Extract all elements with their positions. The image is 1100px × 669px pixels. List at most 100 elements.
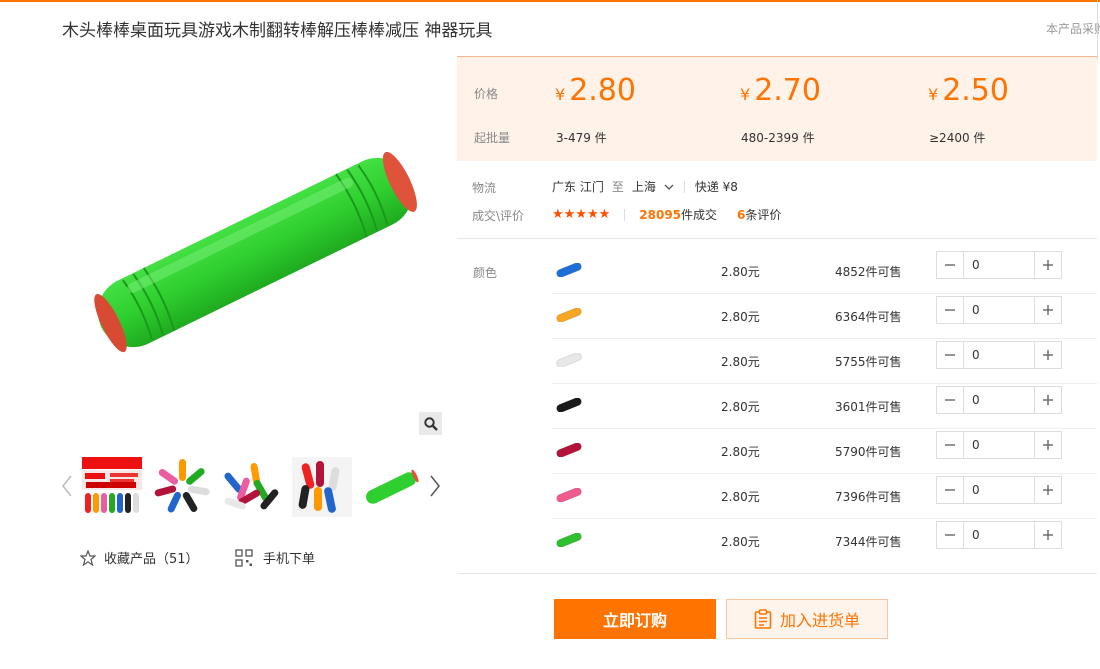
- add-to-list-label: 加入进货单: [779, 611, 860, 630]
- search-icon: [423, 416, 438, 431]
- tier-price-2: ¥2.70: [740, 73, 821, 108]
- deal-count: 28095: [639, 207, 682, 222]
- thumbnails-next-button[interactable]: [428, 474, 442, 498]
- sku-price: 2.80元: [721, 400, 760, 414]
- logistics-row: 广东 江门 至 上海 快递 ¥8: [552, 178, 738, 195]
- thumbnail-3[interactable]: [222, 457, 282, 517]
- thumbnail-1[interactable]: [82, 457, 142, 517]
- thumbnail-4[interactable]: [292, 457, 352, 517]
- minus-icon: [945, 264, 955, 266]
- sku-stock: 7344件可售: [835, 535, 902, 549]
- increase-button[interactable]: [1035, 522, 1061, 548]
- increase-button[interactable]: [1035, 432, 1061, 458]
- divider: [457, 238, 1097, 239]
- destination-dropdown[interactable]: [664, 180, 674, 194]
- sku-row: 2.80元 4852件可售 0: [552, 248, 1097, 294]
- color-swatch[interactable]: [554, 262, 584, 278]
- plus-icon: [1043, 530, 1053, 540]
- delivery-fee: 快递 ¥8: [694, 180, 738, 194]
- qr-code-icon: [235, 548, 253, 567]
- color-swatch[interactable]: [554, 307, 584, 323]
- sku-row: 2.80元 7344件可售 0: [552, 518, 1097, 563]
- divider: [624, 208, 626, 221]
- plus-icon: [1043, 305, 1053, 315]
- decrease-button[interactable]: [937, 432, 963, 458]
- plus-icon: [1043, 260, 1053, 270]
- decrease-button[interactable]: [937, 522, 963, 548]
- decrease-button[interactable]: [937, 297, 963, 323]
- review-count[interactable]: 6: [737, 208, 745, 222]
- price-label: 价格: [474, 87, 499, 101]
- color-swatch[interactable]: [554, 487, 584, 503]
- deals-row: ★★★★★ 28095 件成交 6 条评价: [552, 206, 781, 223]
- review-suffix[interactable]: 条评价: [745, 206, 781, 223]
- minus-icon: [945, 534, 955, 536]
- color-swatch[interactable]: [554, 397, 584, 413]
- plus-icon: [1043, 395, 1053, 405]
- chevron-right-icon: [430, 475, 440, 497]
- increase-button[interactable]: [1035, 252, 1061, 278]
- decrease-button[interactable]: [937, 252, 963, 278]
- increase-button[interactable]: [1035, 387, 1061, 413]
- quantity-stepper: 0: [936, 341, 1062, 369]
- divider: [1097, 0, 1098, 60]
- thumbnail-5[interactable]: [362, 457, 422, 517]
- minus-icon: [945, 444, 955, 446]
- decrease-button[interactable]: [937, 477, 963, 503]
- decrease-button[interactable]: [937, 342, 963, 368]
- quantity-input[interactable]: 0: [963, 522, 1035, 548]
- tier-price-1: ¥2.80: [555, 73, 636, 108]
- quantity-input[interactable]: 0: [963, 432, 1035, 458]
- top-accent-line: [0, 0, 1100, 2]
- sku-price: 2.80元: [721, 265, 760, 279]
- sku-price: 2.80元: [721, 355, 760, 369]
- sku-price: 2.80元: [721, 490, 760, 504]
- quantity-input[interactable]: 0: [963, 477, 1035, 503]
- side-note[interactable]: 本产品采购: [1046, 20, 1100, 37]
- sku-stock: 7396件可售: [835, 490, 902, 504]
- deal-suffix: 件成交: [681, 208, 718, 222]
- sku-stock: 4852件可售: [835, 265, 902, 279]
- quantity-stepper: 0: [936, 521, 1062, 549]
- sku-stock: 5755件可售: [835, 355, 902, 369]
- sku-price: 2.80元: [721, 310, 760, 324]
- quantity-input[interactable]: 0: [963, 297, 1035, 323]
- mobile-order-button[interactable]: 手机下单: [235, 548, 315, 567]
- divider: [683, 180, 685, 193]
- sku-row: 2.80元 5790件可售 0: [552, 428, 1097, 474]
- quantity-stepper: 0: [936, 386, 1062, 414]
- increase-button[interactable]: [1035, 297, 1061, 323]
- main-product-image[interactable]: [62, 58, 444, 438]
- favorite-product-button[interactable]: 收藏产品（51）: [80, 548, 199, 567]
- increase-button[interactable]: [1035, 477, 1061, 503]
- sku-stock: 3601件可售: [835, 400, 902, 414]
- quantity-input[interactable]: 0: [963, 252, 1035, 278]
- sku-row: 2.80元 6364件可售 0: [552, 293, 1097, 339]
- sku-row: 2.80元 5755件可售 0: [552, 338, 1097, 384]
- color-swatch[interactable]: [554, 352, 584, 368]
- sku-price: 2.80元: [721, 535, 760, 549]
- tier-price-3: ¥2.50: [928, 73, 1009, 108]
- mobile-order-label: 手机下单: [263, 552, 316, 567]
- decrease-button[interactable]: [937, 387, 963, 413]
- minus-icon: [945, 399, 955, 401]
- zoom-button[interactable]: [419, 412, 442, 435]
- logistics-destination[interactable]: 上海: [632, 178, 656, 195]
- buy-now-button[interactable]: 立即订购: [554, 599, 716, 639]
- color-swatch[interactable]: [554, 532, 584, 548]
- add-to-list-button[interactable]: 加入进货单: [726, 599, 888, 639]
- increase-button[interactable]: [1035, 342, 1061, 368]
- price-panel: 价格 起批量 ¥2.80 3-479 件 ¥2.70 480-2399 件 ¥2…: [457, 56, 1097, 161]
- thumbnails-prev-button[interactable]: [60, 474, 74, 498]
- thumbnail-2[interactable]: [152, 457, 212, 517]
- sku-stock: 6364件可售: [835, 310, 902, 324]
- minus-icon: [945, 354, 955, 356]
- quantity-input[interactable]: 0: [963, 387, 1035, 413]
- clipboard-icon: [754, 609, 772, 629]
- color-swatch[interactable]: [554, 442, 584, 458]
- sku-stock: 5790件可售: [835, 445, 902, 459]
- quantity-input[interactable]: 0: [963, 342, 1035, 368]
- minus-icon: [945, 309, 955, 311]
- quantity-stepper: 0: [936, 251, 1062, 279]
- divider: [457, 573, 1097, 574]
